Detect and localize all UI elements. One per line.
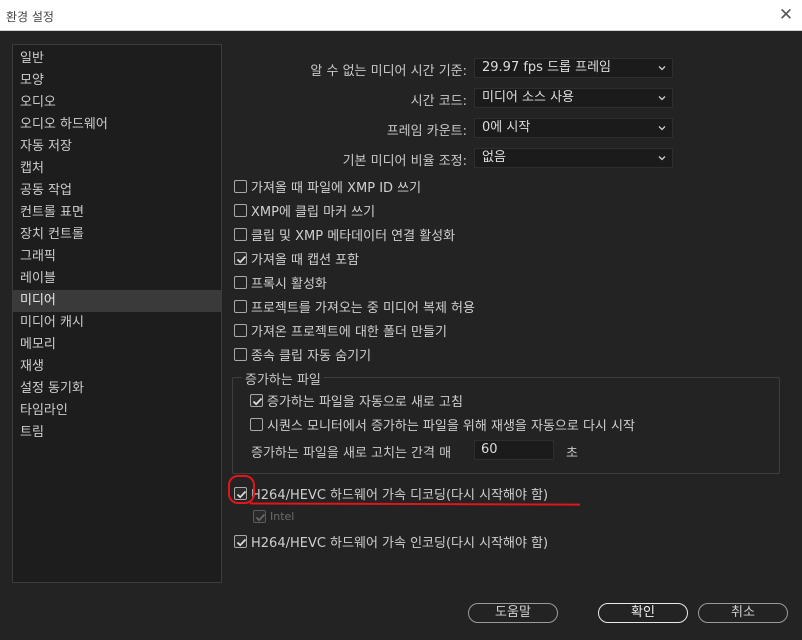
checkbox-box[interactable] [234, 300, 247, 313]
create-folder-checkbox[interactable]: 가져온 프로젝트에 대한 폴더 만들기 [234, 321, 447, 340]
checkmark-icon [236, 538, 247, 547]
sidebar-item-appearance[interactable]: 모양 [13, 70, 221, 92]
sidebar-item-audio[interactable]: 오디오 [13, 92, 221, 114]
title-bar: 환경 설정 ✕ [0, 0, 802, 31]
create-folder-label: 가져온 프로젝트에 대한 폴더 만들기 [251, 325, 447, 340]
write-clip-markers-checkbox[interactable]: XMP에 클립 마커 쓰기 [234, 201, 375, 220]
sidebar-item-trim[interactable]: 트림 [13, 422, 221, 444]
hw-decode-checkbox[interactable]: H264/HEVC 하드웨어 가속 디코딩(다시 시작해야 함) [234, 484, 548, 503]
auto-refresh-checkbox[interactable]: 증가하는 파일을 자동으로 새로 고침 [250, 391, 463, 410]
checkmark-icon [236, 255, 247, 264]
close-icon[interactable]: ✕ [776, 5, 796, 25]
enable-metadata-linking-label: 클립 및 XMP 메타데이터 연결 활성화 [251, 229, 456, 244]
sidebar-item-timeline[interactable]: 타임라인 [13, 400, 221, 422]
checkbox-box[interactable] [234, 276, 247, 289]
sidebar-item-audio-hardware[interactable]: 오디오 하드웨어 [13, 114, 221, 136]
enable-metadata-linking-checkbox[interactable]: 클립 및 XMP 메타데이터 연결 활성화 [234, 225, 455, 244]
frame-count-label: 프레임 카운트: [386, 124, 467, 139]
chevron-down-icon [658, 96, 666, 101]
enable-proxies-checkbox[interactable]: 프록시 활성화 [234, 273, 327, 292]
restart-playback-label: 시퀀스 모니터에서 증가하는 파일을 위해 재생을 자동으로 다시 시작 [267, 419, 635, 434]
cancel-button[interactable]: 취소 [698, 603, 788, 623]
hw-encode-label: H264/HEVC 하드웨어 가속 인코딩(다시 시작해야 함) [251, 536, 549, 551]
sidebar-item-sync-settings[interactable]: 설정 동기화 [13, 378, 221, 400]
checkbox-box[interactable] [234, 252, 247, 265]
restart-playback-checkbox[interactable]: 시퀀스 모니터에서 증가하는 파일을 위해 재생을 자동으로 다시 시작 [250, 415, 635, 434]
checkbox-box[interactable] [234, 204, 247, 217]
checkbox-box[interactable] [234, 180, 247, 193]
window-title: 환경 설정 [6, 10, 54, 24]
refresh-interval-label: 증가하는 파일을 새로 고치는 간격 매 [251, 446, 452, 461]
sidebar-item-media-cache[interactable]: 미디어 캐시 [13, 312, 221, 334]
frame-count-select[interactable]: 0에 시작 [474, 118, 673, 138]
chevron-down-icon [658, 66, 666, 71]
annotation-underline [249, 502, 581, 506]
sidebar-item-playback[interactable]: 재생 [13, 356, 221, 378]
pixel-aspect-value: 없음 [482, 150, 506, 165]
pixel-aspect-label: 기본 미디어 비율 조정: [342, 154, 467, 169]
timecode-value: 미디어 소스 사용 [482, 90, 574, 105]
timebase-select[interactable]: 29.97 fps 드롭 프레임 [474, 58, 673, 78]
include-captions-label: 가져올 때 캡션 포함 [251, 253, 360, 268]
timebase-value: 29.97 fps 드롭 프레임 [482, 60, 612, 75]
allow-duplicate-media-label: 프로젝트를 가져오는 중 미디어 복제 허용 [251, 301, 475, 316]
checkmark-icon [255, 513, 266, 522]
auto-refresh-label: 증가하는 파일을 자동으로 새로 고침 [267, 395, 463, 410]
checkbox-box[interactable] [234, 535, 247, 548]
frame-count-value: 0에 시작 [482, 120, 531, 135]
write-xmp-id-checkbox[interactable]: 가져올 때 파일에 XMP ID 쓰기 [234, 177, 421, 196]
sidebar-item-graphics[interactable]: 그래픽 [13, 246, 221, 268]
sidebar-item-device-control[interactable]: 장치 컨트롤 [13, 224, 221, 246]
checkbox-box[interactable] [250, 394, 263, 407]
chevron-down-icon [658, 156, 666, 161]
growing-files-title: 증가하는 파일 [242, 369, 324, 388]
checkbox-box [253, 510, 266, 523]
include-captions-checkbox[interactable]: 가져올 때 캡션 포함 [234, 249, 359, 268]
hide-subclips-label: 종속 클립 자동 숨기기 [251, 349, 372, 364]
checkmark-icon [252, 397, 263, 406]
checkbox-box[interactable] [234, 324, 247, 337]
sidebar-item-media[interactable]: 미디어 [13, 290, 221, 312]
write-xmp-id-label: 가져올 때 파일에 XMP ID 쓰기 [251, 181, 422, 196]
annotation-circle [228, 475, 255, 504]
intel-label: Intel [270, 510, 295, 523]
sidebar-item-auto-save[interactable]: 자동 저장 [13, 136, 221, 158]
checkbox-box[interactable] [250, 418, 263, 431]
intel-checkbox: Intel [253, 510, 294, 523]
allow-duplicate-media-checkbox[interactable]: 프로젝트를 가져오는 중 미디어 복제 허용 [234, 297, 475, 316]
sidebar-item-control-surface[interactable]: 컨트롤 표면 [13, 202, 221, 224]
sidebar: 일반 모양 오디오 오디오 하드웨어 자동 저장 캡처 공동 작업 컨트롤 표면… [12, 44, 222, 583]
hw-decode-label: H264/HEVC 하드웨어 가속 디코딩(다시 시작해야 함) [251, 488, 549, 503]
checkbox-box[interactable] [234, 348, 247, 361]
refresh-interval-unit: 초 [566, 446, 578, 461]
pixel-aspect-select[interactable]: 없음 [474, 148, 673, 168]
help-button[interactable]: 도움말 [468, 603, 558, 623]
enable-proxies-label: 프록시 활성화 [251, 277, 327, 292]
timecode-select[interactable]: 미디어 소스 사용 [474, 88, 673, 108]
write-clip-markers-label: XMP에 클립 마커 쓰기 [251, 205, 376, 220]
sidebar-item-capture[interactable]: 캡처 [13, 158, 221, 180]
sidebar-item-memory[interactable]: 메모리 [13, 334, 221, 356]
refresh-interval-input[interactable]: 60 [474, 440, 554, 460]
chevron-down-icon [658, 126, 666, 131]
sidebar-item-general[interactable]: 일반 [13, 48, 221, 70]
timebase-label: 알 수 없는 미디어 시간 기준: [310, 64, 467, 79]
checkbox-box[interactable] [234, 228, 247, 241]
hide-subclips-checkbox[interactable]: 종속 클립 자동 숨기기 [234, 345, 371, 364]
sidebar-item-labels[interactable]: 레이블 [13, 268, 221, 290]
ok-button[interactable]: 확인 [598, 603, 688, 623]
timecode-label: 시간 코드: [410, 94, 467, 109]
sidebar-item-collaboration[interactable]: 공동 작업 [13, 180, 221, 202]
hw-encode-checkbox[interactable]: H264/HEVC 하드웨어 가속 인코딩(다시 시작해야 함) [234, 532, 548, 551]
